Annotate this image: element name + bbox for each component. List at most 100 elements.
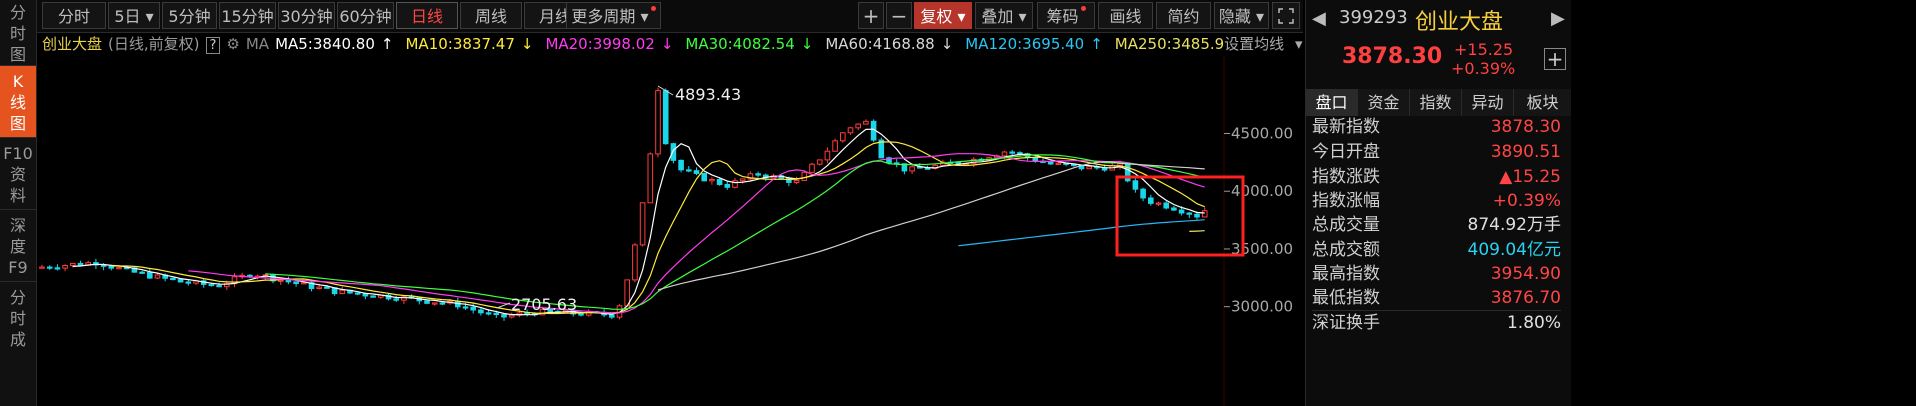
quote-row: 深证换手 1.80%	[1312, 310, 1561, 335]
candle-down	[439, 302, 446, 305]
candle-down	[424, 300, 430, 304]
candle-down	[77, 262, 84, 266]
zoom-in-button[interactable]: +	[858, 2, 884, 29]
tab-orderbook[interactable]: 盘口	[1306, 89, 1358, 116]
ma-settings-link[interactable]: 设置均线 ▾	[1224, 35, 1308, 53]
high-price-label: 4893.43	[675, 85, 741, 104]
quote-row-label: 最新指数	[1312, 117, 1380, 137]
quote-row-value: 3890.51	[1490, 142, 1561, 162]
quote-row: 今日开盘 3890.51	[1312, 140, 1561, 164]
candle-down	[293, 281, 299, 285]
quote-row: 指数涨跌 ▲15.25	[1312, 165, 1561, 189]
prev-arrow-icon[interactable]: ◀	[1312, 8, 1326, 29]
period-60min[interactable]: 60分钟	[337, 2, 394, 29]
ma-legend: 创业大盘 (日线,前复权)? ⚙ MA MA5:3840.80 ↑ MA10:3837.47…	[42, 33, 1315, 55]
kline-chart[interactable]: 4500.00 4000.00 3500.00 3000.00 4893.43 …	[37, 56, 1303, 406]
candle-down	[485, 312, 492, 315]
period-5day-label: 5日	[114, 7, 141, 26]
notify-dot-icon	[1080, 6, 1086, 11]
restore-label: 复权	[920, 7, 953, 26]
y-tick-label: 3000.00	[1231, 298, 1293, 316]
candle-down	[177, 279, 184, 283]
candle-up	[847, 127, 854, 134]
candle-down	[1148, 197, 1154, 204]
caret-down-icon: ▾	[1256, 7, 1265, 26]
candle-down	[1132, 180, 1139, 190]
help-icon[interactable]: ?	[205, 37, 221, 54]
period-30min[interactable]: 30分钟	[278, 2, 335, 29]
quote-row: 指数涨幅 +0.39%	[1312, 189, 1561, 213]
quote-row: 最低指数 3876.70	[1312, 286, 1561, 310]
candle-up	[855, 123, 862, 129]
arrow-down-icon: ↓	[520, 35, 534, 53]
quote-row-value: 3954.90	[1490, 264, 1561, 284]
quote-panel: ◀ 399293 创业大盘 ▶ 3878.30 +15.25 +0.39% + …	[1305, 0, 1571, 406]
candle-down	[139, 271, 145, 274]
candle-down	[678, 159, 684, 171]
candle-down	[370, 295, 376, 298]
y-tick-label: 4500.00	[1231, 125, 1293, 143]
overlay-button[interactable]: 叠加 ▾	[975, 2, 1033, 29]
restore-button[interactable]: 复权 ▾	[914, 2, 972, 29]
hide-label: 隐藏	[1218, 7, 1251, 26]
fullscreen-icon[interactable]	[1272, 2, 1300, 29]
sidebar-item-f10[interactable]: F10 资 料	[0, 138, 36, 210]
candle-up	[809, 163, 815, 173]
candles-layer	[39, 87, 1208, 321]
candle-down	[670, 143, 677, 161]
period-weekly[interactable]: 周线	[460, 2, 522, 29]
sidebar-item-depth-f9[interactable]: 深 度 F9	[0, 210, 36, 282]
ma120-value: MA120:3695.40 ↑	[965, 35, 1109, 53]
period-15min[interactable]: 15分钟	[219, 2, 276, 29]
candle-up	[339, 289, 346, 295]
draw-line-button[interactable]: 画线	[1098, 2, 1153, 29]
ma250-value: MA250:3485.9	[1114, 35, 1225, 53]
sidebar-item-intraday-deal[interactable]: 分 时 成	[0, 282, 36, 406]
period-5min[interactable]: 5分钟	[162, 2, 217, 29]
quote-row: 总成交量 874.92万手	[1312, 213, 1561, 237]
price-axis: 4500.00 4000.00 3500.00 3000.00	[1224, 125, 1293, 316]
candle-down	[1032, 156, 1039, 162]
chips-label: 筹码	[1046, 7, 1079, 26]
next-arrow-icon[interactable]: ▶	[1551, 8, 1565, 29]
ma10-line	[111, 141, 1205, 315]
low-price-label: 2705.63	[511, 295, 577, 314]
sidebar-item-intraday[interactable]: 分 时 图	[0, 0, 36, 66]
tab-sectors[interactable]: 板块	[1514, 89, 1571, 116]
index-code: 399293	[1339, 7, 1408, 28]
ma-settings-label: 设置均线	[1224, 35, 1285, 53]
ma5-text: MA5:3840.80	[275, 35, 375, 53]
ma10-value: MA10:3837.47 ↓	[405, 35, 539, 53]
candle-down	[1163, 202, 1170, 209]
zoom-out-button[interactable]: −	[886, 2, 912, 29]
hide-button[interactable]: 隐藏 ▾	[1214, 2, 1269, 29]
ma-label: MA	[245, 35, 270, 53]
period-intraday[interactable]: 分时	[42, 2, 106, 29]
candle-down	[324, 286, 330, 289]
simple-mode-button[interactable]: 简约	[1156, 2, 1211, 29]
index-name: 创业大盘	[42, 35, 103, 53]
chips-button[interactable]: 筹码	[1037, 2, 1095, 29]
tab-capital[interactable]: 资金	[1358, 89, 1410, 116]
period-5day[interactable]: 5日 ▾	[108, 2, 160, 29]
add-watchlist-button[interactable]: +	[1544, 48, 1566, 70]
candle-down	[46, 266, 53, 269]
sidebar-item-kline[interactable]: K 线 图	[0, 66, 36, 138]
candle-up	[1201, 210, 1208, 218]
caret-down-icon: ▾	[640, 7, 649, 26]
caret-down-icon: ▾	[145, 7, 154, 26]
period-daily[interactable]: 日线	[396, 2, 458, 29]
tab-anomaly[interactable]: 异动	[1462, 89, 1514, 116]
y-tick-label: 4000.00	[1231, 182, 1293, 200]
candle-down	[716, 179, 723, 185]
tab-indices[interactable]: 指数	[1410, 89, 1462, 116]
period-more[interactable]: 更多周期 ▾	[566, 2, 661, 29]
candle-down	[578, 313, 584, 316]
gear-icon[interactable]: ⚙	[226, 35, 239, 53]
candle-down	[147, 271, 153, 279]
ma60-text: MA60:4168.88	[825, 35, 935, 53]
candle-up	[655, 90, 661, 155]
candle-up	[824, 150, 831, 161]
candle-up	[1055, 162, 1062, 165]
candle-down	[501, 314, 507, 318]
